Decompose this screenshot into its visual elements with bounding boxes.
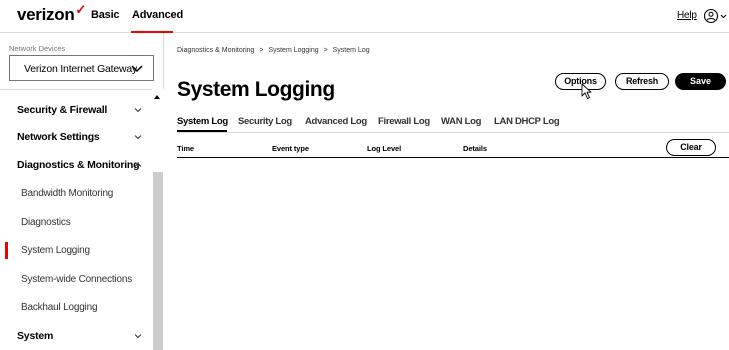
tab-system-log[interactable]: System Log (177, 116, 228, 127)
advanced-mode-tab[interactable]: Advanced (132, 9, 183, 21)
network-device-select[interactable]: Verizon Internet Gateway (9, 55, 154, 81)
breadcrumb-system-logging[interactable]: System Logging (268, 47, 318, 54)
save-button[interactable]: Save (675, 73, 726, 90)
sidebar-item-diagnostics[interactable]: Diagnostics (0, 213, 152, 233)
sidebar-item-label: Backhaul Logging (21, 302, 98, 313)
scroll-up-arrow-icon[interactable] (153, 94, 161, 100)
chevron-down-icon (134, 135, 142, 140)
sidebar-item-label: System-wide Connections (21, 274, 133, 285)
sidebar-item-system-wide-connections[interactable]: System-wide Connections (0, 270, 152, 290)
mouse-cursor-icon (581, 83, 592, 99)
logo-text: verizon (17, 5, 75, 24)
tab-firewall-log[interactable]: Firewall Log (378, 116, 430, 127)
sidebar-item-label: Network Settings (17, 131, 100, 143)
tabs-divider (177, 132, 729, 133)
chevron-down-icon (134, 108, 142, 113)
sidebar-item-diagnostics-monitoring[interactable]: Diagnostics & Monitoring (0, 146, 152, 174)
verizon-logo[interactable]: verizon✓ (17, 2, 87, 25)
sidebar-item-security-firewall[interactable]: Security & Firewall (0, 90, 152, 118)
logo-check-icon: ✓ (75, 2, 87, 17)
sidebar-item-label: System Logging (21, 245, 90, 256)
column-header-details: Details (463, 144, 487, 153)
tab-advanced-log[interactable]: Advanced Log (305, 116, 367, 127)
top-bar: verizon✓ Basic Advanced Help (0, 0, 729, 33)
breadcrumb-diagnostics-monitoring[interactable]: Diagnostics & Monitoring (177, 47, 254, 54)
selected-device-value: Verizon Internet Gateway (24, 63, 138, 75)
clear-button[interactable]: Clear (666, 139, 716, 156)
tab-wan-log[interactable]: WAN Log (441, 116, 481, 127)
sidebar-item-label: Diagnostics & Monitoring (17, 159, 140, 171)
scrollbar-thumb[interactable] (153, 172, 163, 350)
sidebar-item-label: System (17, 330, 54, 342)
breadcrumb-system-log: System Log (332, 47, 370, 54)
network-devices-label: Network Devices (9, 44, 66, 53)
sidebar-item-label: Bandwidth Monitoring (21, 188, 114, 199)
breadcrumb-separator: > (323, 47, 328, 54)
refresh-button[interactable]: Refresh (615, 73, 669, 90)
breadcrumb-separator: > (259, 47, 264, 54)
sidebar-item-bandwidth-monitoring[interactable]: Bandwidth Monitoring (0, 184, 152, 204)
sidebar-item-system[interactable]: System (0, 326, 152, 350)
chevron-down-icon (134, 334, 142, 339)
help-link[interactable]: Help (677, 10, 697, 21)
user-account-icon[interactable] (703, 7, 727, 25)
sidebar-nav: Security & Firewall Network Settings Dia… (0, 89, 152, 350)
sidebar-item-label: Security & Firewall (17, 104, 108, 116)
sidebar-item-label: Diagnostics (21, 217, 71, 228)
column-header-log-level: Log Level (367, 144, 402, 153)
basic-mode-tab[interactable]: Basic (91, 9, 120, 21)
column-header-time: Time (177, 144, 194, 153)
tab-lan-dhcp-log[interactable]: LAN DHCP Log (494, 116, 560, 127)
chevron-up-icon (134, 162, 142, 167)
sidebar-item-backhaul-logging[interactable]: Backhaul Logging (0, 298, 152, 318)
column-header-event-type: Event type (272, 144, 309, 153)
sidebar-item-system-logging[interactable]: System Logging (0, 241, 152, 261)
table-header-divider (177, 157, 729, 158)
chevron-down-icon (131, 65, 143, 73)
active-item-indicator (5, 242, 8, 259)
tab-security-log[interactable]: Security Log (238, 116, 292, 127)
sidebar-item-network-settings[interactable]: Network Settings (0, 118, 152, 146)
sidebar: Network Devices Verizon Internet Gateway… (0, 33, 164, 350)
breadcrumb: Diagnostics & Monitoring > System Loggin… (177, 47, 373, 54)
page-title: System Logging (177, 78, 335, 101)
